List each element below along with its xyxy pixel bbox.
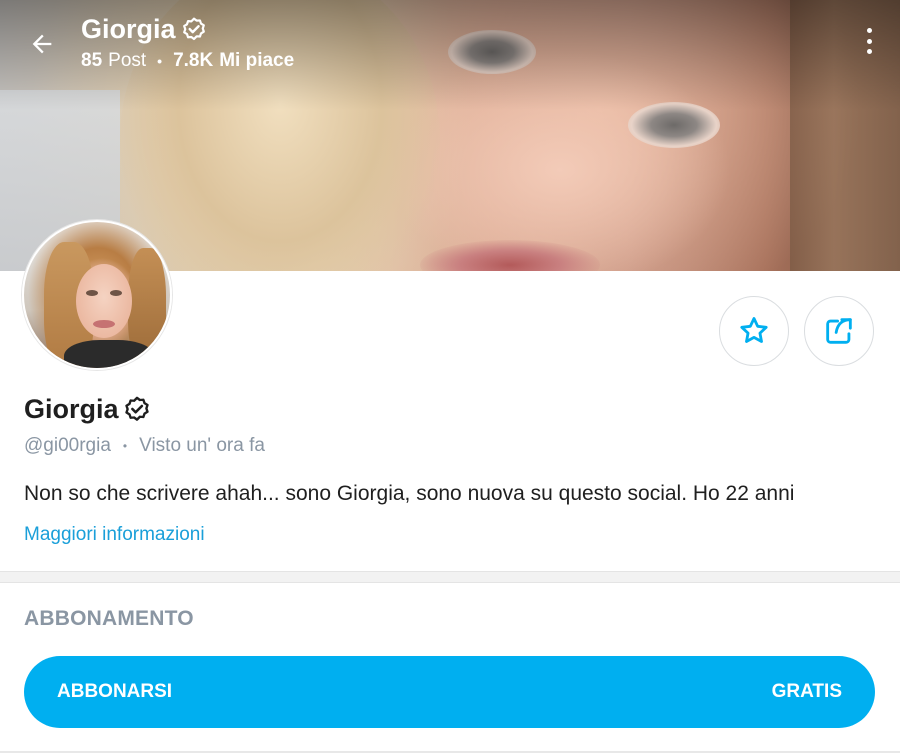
subscribe-button[interactable]: ABBONARSI GRATIS	[24, 656, 875, 728]
share-icon	[826, 318, 852, 344]
likes-label: Mi piace	[219, 50, 295, 71]
posts-count: 85	[81, 50, 103, 71]
subscribe-label: ABBONARSI	[57, 681, 173, 702]
more-vertical-icon	[866, 28, 872, 54]
back-button[interactable]	[22, 24, 62, 64]
subscription-section-title: ABBONAMENTO	[24, 607, 194, 630]
more-info-link[interactable]: Maggiori informazioni	[24, 524, 205, 546]
header-stats: 85 Post • 7.8K Mi piace	[81, 50, 294, 72]
profile-handle: @gi00rgia	[24, 435, 111, 456]
arrow-left-icon	[32, 34, 52, 54]
profile-bio: Non so che scrivere ahah... sono Giorgia…	[24, 482, 795, 505]
share-button[interactable]	[804, 296, 874, 366]
header-name: Giorgia	[81, 14, 176, 44]
star-icon	[740, 317, 768, 343]
subscribe-price: GRATIS	[771, 681, 842, 702]
profile-name: Giorgia	[24, 394, 152, 425]
verified-badge-icon	[124, 396, 149, 421]
header-title: Giorgia	[81, 14, 208, 45]
more-options-button[interactable]	[858, 28, 880, 58]
section-divider	[0, 571, 900, 583]
stats-separator: •	[157, 53, 163, 69]
meta-separator: •	[122, 439, 128, 453]
profile-meta: @gi00rgia • Visto un' ora fa	[24, 435, 265, 457]
last-seen: Visto un' ora fa	[139, 435, 265, 456]
posts-label: Post	[108, 50, 147, 71]
likes-count: 7.8K	[173, 50, 214, 71]
favorite-button[interactable]	[719, 296, 789, 366]
profile-name-text: Giorgia	[24, 394, 119, 424]
verified-badge-icon	[182, 17, 205, 40]
avatar[interactable]	[22, 220, 172, 370]
